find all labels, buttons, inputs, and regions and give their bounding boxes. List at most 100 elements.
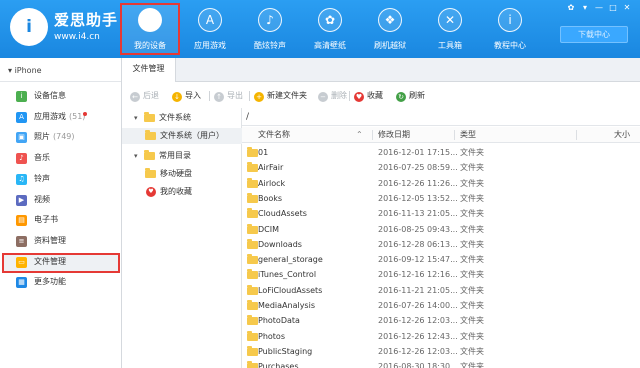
nav-item[interactable]: ✿ 高清壁纸: [300, 3, 360, 55]
info-icon: i: [16, 91, 27, 102]
close-icon[interactable]: ✕: [622, 3, 632, 12]
file-type: 文件夹: [460, 239, 484, 249]
sidebar-item[interactable]: ▶ 视频: [2, 191, 120, 211]
nav-item[interactable]: ♪ 酷炫铃声: [240, 3, 300, 55]
tree-my-favorites[interactable]: ♥ 我的收藏: [122, 184, 242, 200]
file-name: PublicStaging: [258, 346, 313, 356]
path-bar[interactable]: /: [242, 108, 640, 126]
column-size[interactable]: 大小: [614, 127, 630, 143]
caret-down-icon: ▾: [134, 152, 138, 160]
file-modified-date: 2016-11-13 21:05...: [378, 209, 458, 219]
toolbar-separator: [249, 91, 250, 101]
sidebar-item-text: 电子书: [34, 215, 58, 225]
table-row[interactable]: general_storage 2016-09-12 15:47... 文件夹: [242, 252, 640, 267]
table-row[interactable]: DCIM 2016-08-25 09:43... 文件夹: [242, 222, 640, 237]
sidebar-divider: [0, 81, 121, 82]
file-modified-date: 2016-12-16 12:16...: [378, 270, 458, 280]
toolbar-separator: [349, 91, 350, 101]
toolbar-button[interactable]: − 删除: [318, 89, 347, 103]
minimize-icon[interactable]: —: [594, 3, 604, 12]
sidebar-item[interactable]: A 应用游戏 (51): [2, 108, 120, 128]
chevron-up-icon: ⌃: [356, 130, 363, 139]
tree-file-system-user[interactable]: 文件系统（用户）: [122, 128, 242, 144]
device-title[interactable]: ▾ iPhone: [8, 66, 42, 75]
folder-icon: [145, 130, 156, 140]
tree-file-system[interactable]: ▾ 文件系统: [122, 110, 242, 126]
import-icon: ↓: [172, 92, 182, 102]
file-type: 文件夹: [460, 331, 484, 341]
toolbar-button-label: 导出: [227, 91, 243, 100]
nav-item[interactable]: ✕ 工具箱: [420, 3, 480, 55]
toolbar-button[interactable]: ↻ 刷新: [396, 89, 425, 103]
nav-item[interactable]: A 应用游戏: [180, 3, 240, 55]
file-name: iTunes_Control: [258, 270, 317, 280]
tree-label: 文件系统（用户）: [160, 131, 224, 140]
column-type[interactable]: 类型: [460, 127, 476, 143]
toolbar-button[interactable]: ↑ 导出: [214, 89, 243, 103]
directory-tree: ▾ 文件系统 文件系统（用户） ▾ 常用目录 移动硬盘 ♥ 我的收藏: [122, 108, 242, 368]
column-divider[interactable]: [454, 130, 455, 140]
sidebar-item-label: 电子书: [34, 211, 58, 229]
menu-dropdown-icon[interactable]: ▾: [580, 3, 590, 12]
download-center-button[interactable]: 下载中心: [560, 26, 628, 43]
table-row[interactable]: Photos 2016-12-26 12:43... 文件夹: [242, 329, 640, 344]
column-divider[interactable]: [372, 130, 373, 140]
tree-mobile-disk[interactable]: 移动硬盘: [122, 166, 242, 182]
sidebar-item[interactable]: ▤ 电子书: [2, 211, 120, 231]
column-modified[interactable]: 修改日期: [378, 127, 410, 143]
tools-icon: ✕: [438, 8, 462, 32]
app-store-icon: A: [16, 111, 27, 123]
column-name[interactable]: 文件名称: [258, 127, 290, 143]
tree-common-dirs[interactable]: ▾ 常用目录: [122, 148, 242, 164]
sidebar-item[interactable]: ▦ 更多功能: [2, 273, 120, 293]
nav-item[interactable]: ❖ 刷机越狱: [360, 3, 420, 55]
table-row[interactable]: CloudAssets 2016-11-13 21:05... 文件夹: [242, 206, 640, 221]
sidebar-item[interactable]: ▭ 文件管理: [2, 252, 120, 273]
table-row[interactable]: Airlock 2016-12-26 11:26... 文件夹: [242, 176, 640, 191]
file-modified-date: 2016-09-12 15:47...: [378, 255, 458, 265]
nav-label: 教程中心: [494, 41, 526, 50]
table-row[interactable]: Purchases 2016-08-30 18:30... 文件夹: [242, 359, 640, 368]
sidebar-item-text: 设备信息: [34, 91, 66, 100]
toolbar-button[interactable]: ↓ 导入: [172, 89, 201, 103]
sidebar-item[interactable]: ▣ 照片 (749): [2, 128, 120, 148]
table-row[interactable]: PhotoData 2016-12-26 12:03... 文件夹: [242, 313, 640, 328]
tree-label: 常用目录: [159, 151, 191, 160]
toolbar-button[interactable]: ♥ 收藏: [354, 89, 383, 103]
skin-icon[interactable]: ✿: [566, 3, 576, 12]
table-row[interactable]: AirFair 2016-07-25 08:59... 文件夹: [242, 160, 640, 175]
tab-file-manager[interactable]: 文件管理: [122, 58, 176, 82]
sidebar-item[interactable]: ≡ 资料管理: [2, 232, 120, 252]
file-modified-date: 2016-12-28 06:13...: [378, 239, 458, 249]
file-modified-date: 2016-07-25 08:59...: [378, 163, 458, 173]
nav-item[interactable]: 我的设备: [120, 3, 180, 55]
toolbar-button[interactable]: ← 后退: [130, 89, 159, 103]
toolbar-button[interactable]: + 新建文件夹: [254, 89, 307, 103]
sidebar: ▾ iPhone i 设备信息 A 应用游戏 (51) ▣ 照片 (749) ♪ 音乐 ♫ 铃声 ▶ 视频…: [0, 58, 122, 368]
tree-label: 文件系统: [159, 113, 191, 122]
table-row[interactable]: MediaAnalysis 2016-07-26 14:00... 文件夹: [242, 298, 640, 313]
table-row[interactable]: PublicStaging 2016-12-26 12:03... 文件夹: [242, 344, 640, 359]
delete-icon: −: [318, 92, 328, 102]
sidebar-item[interactable]: ♪ 音乐: [2, 149, 120, 169]
column-divider[interactable]: [576, 130, 577, 140]
folder-icon: [247, 208, 258, 219]
maximize-icon[interactable]: □: [608, 3, 618, 12]
table-row[interactable]: Downloads 2016-12-28 06:13... 文件夹: [242, 237, 640, 252]
nav-item[interactable]: i 教程中心: [480, 3, 540, 55]
table-row[interactable]: 01 2016-12-01 17:15... 文件夹: [242, 145, 640, 160]
folder-icon: [144, 150, 155, 160]
file-name: Photos: [258, 331, 285, 341]
sidebar-item[interactable]: i 设备信息: [2, 87, 120, 107]
table-row[interactable]: Books 2016-12-05 13:52... 文件夹: [242, 191, 640, 206]
sidebar-item[interactable]: ♫ 铃声: [2, 170, 120, 190]
grid-icon: ▦: [16, 277, 27, 289]
table-row[interactable]: iTunes_Control 2016-12-16 12:16... 文件夹: [242, 267, 640, 282]
file-icon: ▭: [16, 256, 27, 268]
table-row[interactable]: LoFiCloudAssets 2016-11-21 21:05... 文件夹: [242, 283, 640, 298]
folder-icon: [144, 112, 155, 122]
folder-icon: [247, 300, 258, 310]
flower-icon: ✿: [318, 8, 342, 32]
folder-icon: [247, 238, 258, 249]
i4-logo-icon: i: [10, 8, 48, 46]
